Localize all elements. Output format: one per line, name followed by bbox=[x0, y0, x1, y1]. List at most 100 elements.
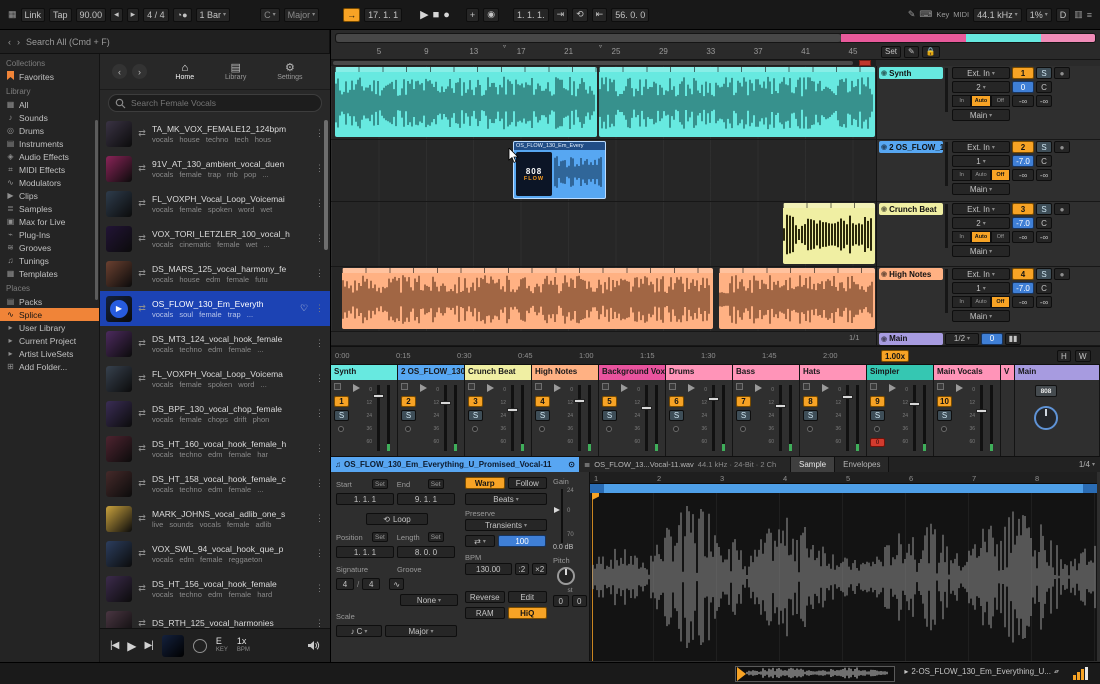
mixer-tab-high-notes[interactable]: High Notes bbox=[532, 365, 599, 380]
clip-stop-button[interactable] bbox=[870, 383, 877, 390]
signature-denominator[interactable]: 4 bbox=[362, 578, 380, 590]
browser-back-icon[interactable]: ‹ bbox=[8, 37, 11, 47]
set-end-button[interactable]: Set bbox=[428, 479, 444, 489]
bpm-double-button[interactable]: ×2 bbox=[532, 563, 547, 575]
computer-midi-keyboard-icon[interactable]: ⌨ bbox=[919, 9, 932, 20]
clip-overview-scroller[interactable] bbox=[735, 666, 895, 682]
sample-rate-menu[interactable]: 44.1 kHz bbox=[973, 8, 1022, 22]
sidebar-item-max-for-live[interactable]: ▣Max for Live bbox=[0, 215, 99, 228]
time-signature-field[interactable]: 4 / 4 bbox=[143, 8, 169, 22]
sample-list-item[interactable]: ⇄MARK_JOHNS_vocal_adlib_one_slive sounds… bbox=[100, 501, 330, 536]
solo-button[interactable]: S bbox=[937, 410, 952, 421]
sample-list-item[interactable]: ⇄DS_HT_156_vocal_hook_femalevocals techn… bbox=[100, 571, 330, 606]
clip-expand-icon[interactable]: ⊙ bbox=[568, 460, 575, 469]
loop-brace-end[interactable]: ▿ bbox=[599, 43, 602, 50]
splice-list-scrollbar[interactable] bbox=[324, 120, 328, 250]
output-routing-menu[interactable]: Main bbox=[952, 245, 1010, 257]
set-marker-button[interactable]: Set bbox=[881, 46, 901, 58]
preview-bpm-menu[interactable]: 1xBPM bbox=[237, 637, 250, 653]
track-activator[interactable]: 3 bbox=[1012, 203, 1034, 215]
track-activator[interactable]: 4 bbox=[1012, 268, 1034, 280]
monitor-option[interactable]: Off bbox=[991, 231, 1010, 243]
more-options-icon[interactable]: ⋮ bbox=[315, 163, 324, 174]
fold-icon[interactable]: ◉ bbox=[881, 205, 887, 213]
set-position-button[interactable]: Set bbox=[372, 532, 388, 542]
more-options-icon[interactable]: ⋮ bbox=[315, 198, 324, 209]
sidebar-item-sounds[interactable]: ♪Sounds bbox=[0, 111, 99, 124]
input-channel-menu[interactable]: 2 bbox=[952, 217, 1010, 229]
nudge-down-button[interactable]: ◂ bbox=[110, 8, 123, 22]
volume-field[interactable]: -7.0 bbox=[1012, 282, 1034, 294]
fold-triangle-icon[interactable] bbox=[621, 384, 628, 392]
arm-indicator[interactable] bbox=[472, 426, 478, 432]
send-b-field[interactable]: -∞ bbox=[1036, 296, 1052, 308]
more-options-icon[interactable]: ⋮ bbox=[315, 478, 324, 489]
key-scale-menu[interactable]: Major bbox=[284, 8, 320, 22]
monitor-option[interactable]: In bbox=[952, 169, 971, 181]
arm-button[interactable]: ● bbox=[1054, 141, 1070, 153]
warp-mode-menu[interactable]: Beats bbox=[465, 493, 547, 505]
solo-button[interactable]: S bbox=[1036, 67, 1052, 79]
mixer-strip-main[interactable]: 808 bbox=[1015, 380, 1100, 456]
sidebar-scrollbar[interactable] bbox=[95, 120, 98, 300]
sample-loop-bar[interactable] bbox=[590, 484, 1097, 493]
sidebar-item-clips[interactable]: ▶Clips bbox=[0, 189, 99, 202]
loop-position-value[interactable]: 1. 1. 1 bbox=[336, 546, 394, 558]
arm-indicator[interactable] bbox=[338, 426, 344, 432]
sample-list-item[interactable]: ⇄DS_HT_160_vocal_hook_female_hvocals tec… bbox=[100, 431, 330, 466]
monitor-switch[interactable]: InAutoOff bbox=[952, 296, 1010, 308]
sidebar-item-all[interactable]: ▦All bbox=[0, 98, 99, 111]
more-options-icon[interactable]: ⋮ bbox=[315, 583, 324, 594]
clip-stop-button[interactable] bbox=[669, 383, 676, 390]
clip-view-pager[interactable]: 1/4 bbox=[1073, 457, 1100, 472]
arm-indicator[interactable] bbox=[673, 426, 679, 432]
solo-button[interactable]: S bbox=[334, 410, 349, 421]
input-routing-menu[interactable]: Ext. In bbox=[952, 67, 1010, 79]
mixer-strip-background-vox[interactable]: 5S012243660 bbox=[599, 380, 666, 456]
tempo-field[interactable]: 90.00 bbox=[76, 8, 107, 22]
mixer-tab-background-vox[interactable]: Background Vox bbox=[599, 365, 666, 380]
transient-loop-mode-menu[interactable]: ⇄ bbox=[465, 535, 495, 547]
volume-fader-handle[interactable] bbox=[373, 394, 384, 398]
monitor-option[interactable]: Off bbox=[991, 296, 1010, 308]
send-a-field[interactable]: -∞ bbox=[1012, 231, 1034, 243]
transient-envelope-value[interactable]: 100 bbox=[498, 535, 546, 547]
sample-list-item[interactable]: ⇄DS_HT_158_vocal_hook_female_cvocals tec… bbox=[100, 466, 330, 501]
main-track-lane[interactable] bbox=[331, 332, 876, 346]
pan-field[interactable]: C bbox=[1036, 217, 1052, 229]
track-activator[interactable]: 1 bbox=[334, 396, 349, 407]
sample-list-item[interactable]: ⇄FL_VOXPH_Vocal_Loop_Voicemavocals femal… bbox=[100, 361, 330, 396]
tab-sample[interactable]: Sample bbox=[791, 457, 835, 472]
follow-button[interactable]: Follow bbox=[508, 477, 548, 489]
sample-artwork[interactable] bbox=[106, 401, 132, 427]
pitch-semitones-value[interactable]: 0 bbox=[553, 595, 569, 607]
fold-triangle-icon[interactable] bbox=[889, 384, 896, 392]
monitor-option[interactable]: In bbox=[952, 231, 971, 243]
sidebar-item-add-folder[interactable]: ⊞Add Folder... bbox=[0, 360, 99, 373]
volume-fader-track[interactable] bbox=[511, 385, 514, 451]
sidebar-item-user-library[interactable]: ▸User Library bbox=[0, 321, 99, 334]
monitor-option[interactable]: Auto bbox=[971, 231, 990, 243]
stop-button[interactable]: ■ bbox=[433, 9, 440, 21]
arm-button[interactable]: ● bbox=[1054, 268, 1070, 280]
pan-field[interactable]: C bbox=[1036, 81, 1052, 93]
loop-length-value[interactable]: 8. 0. 0 bbox=[397, 546, 455, 558]
gain-slider[interactable]: 24 0 70 bbox=[553, 488, 583, 544]
clip-select-spinners[interactable]: ▴▾ bbox=[1054, 668, 1058, 675]
set-start-button[interactable]: Set bbox=[372, 479, 388, 489]
previous-sample-button[interactable]: |◀ bbox=[110, 640, 118, 651]
track-activator[interactable]: 4 bbox=[535, 396, 550, 407]
quantize-menu[interactable]: 1 Bar bbox=[196, 8, 231, 22]
arm-indicator[interactable] bbox=[874, 426, 880, 432]
fold-triangle-icon[interactable] bbox=[822, 384, 829, 392]
clip-stop-button[interactable] bbox=[803, 383, 810, 390]
scale-name-menu[interactable]: Major bbox=[385, 625, 457, 637]
track-activator[interactable]: 5 bbox=[602, 396, 617, 407]
sample-artwork[interactable] bbox=[106, 576, 132, 602]
arm-button[interactable]: ● bbox=[1054, 67, 1070, 79]
more-options-icon[interactable]: ⋮ bbox=[315, 233, 324, 244]
sample-list-item[interactable]: ⇄VOX_TORI_LETZLER_100_vocal_hvocals cine… bbox=[100, 221, 330, 256]
record-value-chip[interactable]: 0 bbox=[870, 438, 885, 447]
track-name[interactable]: ◉Synth bbox=[879, 67, 943, 79]
midi-map-button[interactable]: MIDI bbox=[953, 10, 969, 19]
